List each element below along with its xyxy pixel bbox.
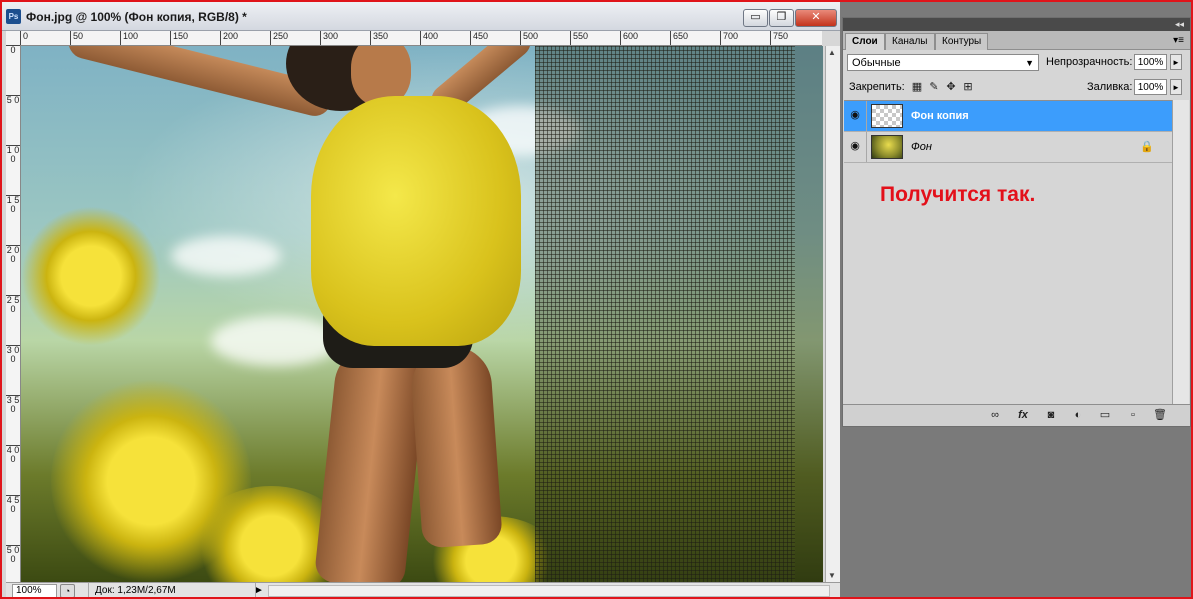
- ruler-tick: 750: [770, 31, 788, 45]
- layers-scrollbar[interactable]: [1172, 100, 1189, 404]
- layers-panel: ◂◂ Слои Каналы Контуры ▾≡ Обычные ▼ Непр…: [842, 17, 1191, 427]
- layer-lock-icon: 🔒: [1140, 141, 1154, 153]
- chevron-down-icon: ▼: [1025, 58, 1034, 68]
- girl-leg: [313, 341, 429, 582]
- divider: [866, 101, 867, 131]
- cloud: [211, 316, 341, 366]
- canvas-edge-shade: [795, 46, 823, 582]
- opacity-slider-arrow-icon[interactable]: ►: [1170, 54, 1182, 70]
- tab-layers[interactable]: Слои: [845, 33, 885, 50]
- ruler-corner[interactable]: [6, 31, 21, 46]
- document-title: Фон.jpg @ 100% (Фон копия, RGB/8) *: [26, 10, 247, 24]
- scroll-down-icon[interactable]: ▼: [828, 571, 836, 580]
- layer-row[interactable]: ◉ Фон 🔒: [844, 132, 1172, 163]
- ruler-tick: 4 5 0: [6, 495, 20, 514]
- annotation-text: Получится так.: [880, 183, 1036, 206]
- ruler-tick: 3 5 0: [6, 395, 20, 414]
- add-mask-icon[interactable]: ◙: [1044, 409, 1058, 422]
- ruler-tick: 450: [470, 31, 488, 45]
- ruler-tick: 350: [370, 31, 388, 45]
- ruler-tick: 2 5 0: [6, 295, 20, 314]
- ruler-tick: 5 0 0: [6, 545, 20, 564]
- zoom-field[interactable]: 100%: [12, 584, 57, 598]
- layer-name[interactable]: Фон копия: [911, 110, 969, 122]
- tab-channels[interactable]: Каналы: [885, 33, 935, 50]
- ruler-tick: 250: [270, 31, 288, 45]
- layer-row[interactable]: ◉ Фон копия: [844, 101, 1172, 132]
- ruler-tick: 4 0 0: [6, 445, 20, 464]
- fill-label: Заливка:: [1087, 81, 1133, 93]
- blend-mode-value: Обычные: [852, 57, 901, 69]
- restore-button[interactable]: ❐: [769, 9, 794, 27]
- layers-list: ◉ Фон копия ◉ Фон 🔒: [844, 100, 1172, 405]
- opacity-field[interactable]: 100%: [1134, 54, 1167, 70]
- ruler-tick: 5 0: [6, 95, 20, 105]
- panel-menu-icon[interactable]: ▾≡: [1173, 35, 1184, 46]
- lock-position-icon[interactable]: ✥: [945, 81, 957, 93]
- grid-pattern-overlay: [535, 46, 795, 582]
- ruler-tick: 3 0 0: [6, 345, 20, 364]
- ruler-tick: 100: [120, 31, 138, 45]
- new-layer-icon[interactable]: ▫: [1126, 409, 1140, 422]
- lock-image-pixels-icon[interactable]: ✎: [928, 81, 940, 93]
- status-menu-arrow-icon[interactable]: ►: [254, 583, 264, 598]
- ruler-tick: 400: [420, 31, 438, 45]
- layer-style-fx-icon[interactable]: fx: [1016, 409, 1030, 422]
- document-titlebar[interactable]: Ps Фон.jpg @ 100% (Фон копия, RGB/8) * ▭…: [2, 2, 840, 31]
- minimize-button[interactable]: ▭: [743, 9, 768, 27]
- ruler-tick: 650: [670, 31, 688, 45]
- vertical-scrollbar[interactable]: ▲ ▼: [825, 46, 840, 582]
- collapse-panel-icon[interactable]: ◂◂: [1175, 18, 1184, 31]
- ruler-tick: 700: [720, 31, 738, 45]
- horizontal-ruler[interactable]: 0 50 100 150 200 250 300 350 400 450 500…: [20, 31, 822, 46]
- fill-slider-arrow-icon[interactable]: ►: [1170, 79, 1182, 95]
- ruler-tick: 150: [170, 31, 188, 45]
- adjustment-layer-icon[interactable]: ◐: [1071, 409, 1085, 422]
- ruler-tick: 200: [220, 31, 238, 45]
- lock-all-icon[interactable]: ⊞: [962, 81, 974, 93]
- cloud: [171, 236, 281, 276]
- delete-layer-icon[interactable]: 🗑: [1153, 409, 1167, 422]
- blend-mode-select[interactable]: Обычные ▼: [847, 54, 1039, 71]
- divider: [866, 132, 867, 162]
- tab-paths[interactable]: Контуры: [935, 33, 989, 50]
- ruler-tick: 500: [520, 31, 538, 45]
- girl-leg: [409, 343, 503, 549]
- image-canvas[interactable]: [21, 46, 823, 582]
- layer-thumbnail: [871, 104, 903, 128]
- panel-header[interactable]: ◂◂: [843, 18, 1190, 31]
- layer-name[interactable]: Фон: [911, 141, 932, 153]
- opacity-label: Непрозрачность:: [1046, 56, 1133, 68]
- ruler-tick: 550: [570, 31, 588, 45]
- lock-label: Закрепить:: [849, 81, 905, 93]
- scroll-up-icon[interactable]: ▲: [828, 48, 836, 57]
- ruler-tick: 600: [620, 31, 638, 45]
- ruler-tick: 300: [320, 31, 338, 45]
- close-button[interactable]: ✕: [795, 9, 837, 27]
- fill-field[interactable]: 100%: [1134, 79, 1167, 95]
- lock-transparent-pixels-icon[interactable]: ▦: [911, 81, 923, 93]
- girl-shirt: [311, 96, 521, 346]
- flowers: [21, 206, 161, 346]
- status-info-icon[interactable]: ◔: [60, 584, 75, 598]
- layer-thumbnail: [871, 135, 903, 159]
- document-size-info: Док: 1,23M/2,67M: [88, 583, 256, 597]
- status-bar: 100% ◔ Док: 1,23M/2,67M ►: [6, 582, 840, 598]
- ruler-tick: 0: [20, 31, 28, 45]
- ruler-tick: 1 5 0: [6, 195, 20, 214]
- horizontal-scrollbar[interactable]: [268, 585, 830, 597]
- layers-bottom-toolbar: ∞ fx ◙ ◐ ▭ ▫ 🗑: [843, 404, 1190, 426]
- ruler-tick: 0: [6, 45, 20, 55]
- ruler-tick: 2 0 0: [6, 245, 20, 264]
- visibility-eye-icon[interactable]: ◉: [848, 109, 862, 121]
- new-group-icon[interactable]: ▭: [1098, 409, 1112, 422]
- ruler-tick: 1 0 0: [6, 145, 20, 164]
- photoshop-app-icon: Ps: [6, 9, 21, 24]
- ruler-tick: 50: [70, 31, 83, 45]
- visibility-eye-icon[interactable]: ◉: [848, 140, 862, 152]
- vertical-ruler[interactable]: 0 5 0 1 0 0 1 5 0 2 0 0 2 5 0 3 0 0 3 5 …: [6, 45, 21, 582]
- panel-tabs: Слои Каналы Контуры ▾≡: [843, 31, 1190, 50]
- document-window: Ps Фон.jpg @ 100% (Фон копия, RGB/8) * ▭…: [2, 2, 840, 598]
- link-layers-icon[interactable]: ∞: [988, 409, 1002, 422]
